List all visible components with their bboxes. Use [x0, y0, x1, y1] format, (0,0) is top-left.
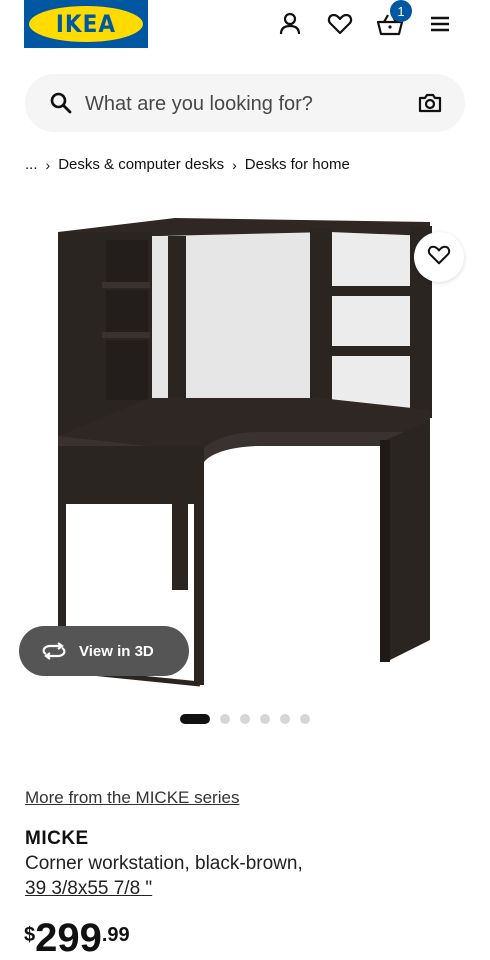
header: IKEA 1 [0, 0, 490, 60]
menu-icon[interactable] [426, 10, 454, 38]
price-currency: $ [24, 924, 36, 946]
chevron-right-icon: › [45, 156, 51, 173]
logo-oval: IKEA [29, 6, 143, 42]
carousel-indicator [180, 714, 310, 724]
search-input[interactable] [83, 86, 407, 122]
series-link[interactable]: More from the MICKE series [25, 788, 239, 808]
rotate-3d-icon [41, 642, 67, 660]
logo-text: IKEA [55, 10, 117, 38]
search-bar[interactable] [25, 74, 465, 132]
product-name: MICKE [25, 828, 89, 849]
breadcrumb: ... › Desks & computer desks › Desks for… [25, 156, 350, 173]
price-integer: 299 [35, 916, 102, 960]
view-in-3d-label: View in 3D [79, 642, 154, 660]
breadcrumb-ellipsis[interactable]: ... [25, 156, 38, 173]
camera-icon[interactable] [417, 91, 443, 120]
product-price: $ 299 .99 [24, 918, 130, 958]
ikea-logo[interactable]: IKEA [24, 0, 148, 48]
favorite-button[interactable] [414, 232, 464, 282]
carousel-dot[interactable] [300, 714, 310, 724]
price-decimals: .99 [101, 924, 130, 946]
carousel-dot[interactable] [260, 714, 270, 724]
search-icon[interactable] [49, 91, 73, 120]
breadcrumb-item[interactable]: Desks for home [245, 156, 350, 173]
profile-icon[interactable] [276, 10, 304, 38]
view-in-3d-button[interactable]: View in 3D [19, 626, 189, 676]
cart-count-badge: 1 [390, 0, 412, 22]
product-description: Corner workstation, black-brown, [25, 853, 303, 874]
carousel-dot[interactable] [280, 714, 290, 724]
product-dimensions-link[interactable]: 39 3/8x55 7/8 " [25, 878, 152, 900]
carousel-dot[interactable] [220, 714, 230, 724]
carousel-dot[interactable] [240, 714, 250, 724]
heart-icon [427, 244, 451, 271]
heart-icon[interactable] [326, 10, 354, 38]
chevron-right-icon: › [232, 156, 237, 173]
product-image[interactable] [0, 200, 490, 700]
carousel-dot-active[interactable] [180, 714, 210, 724]
breadcrumb-item[interactable]: Desks & computer desks [58, 156, 224, 173]
